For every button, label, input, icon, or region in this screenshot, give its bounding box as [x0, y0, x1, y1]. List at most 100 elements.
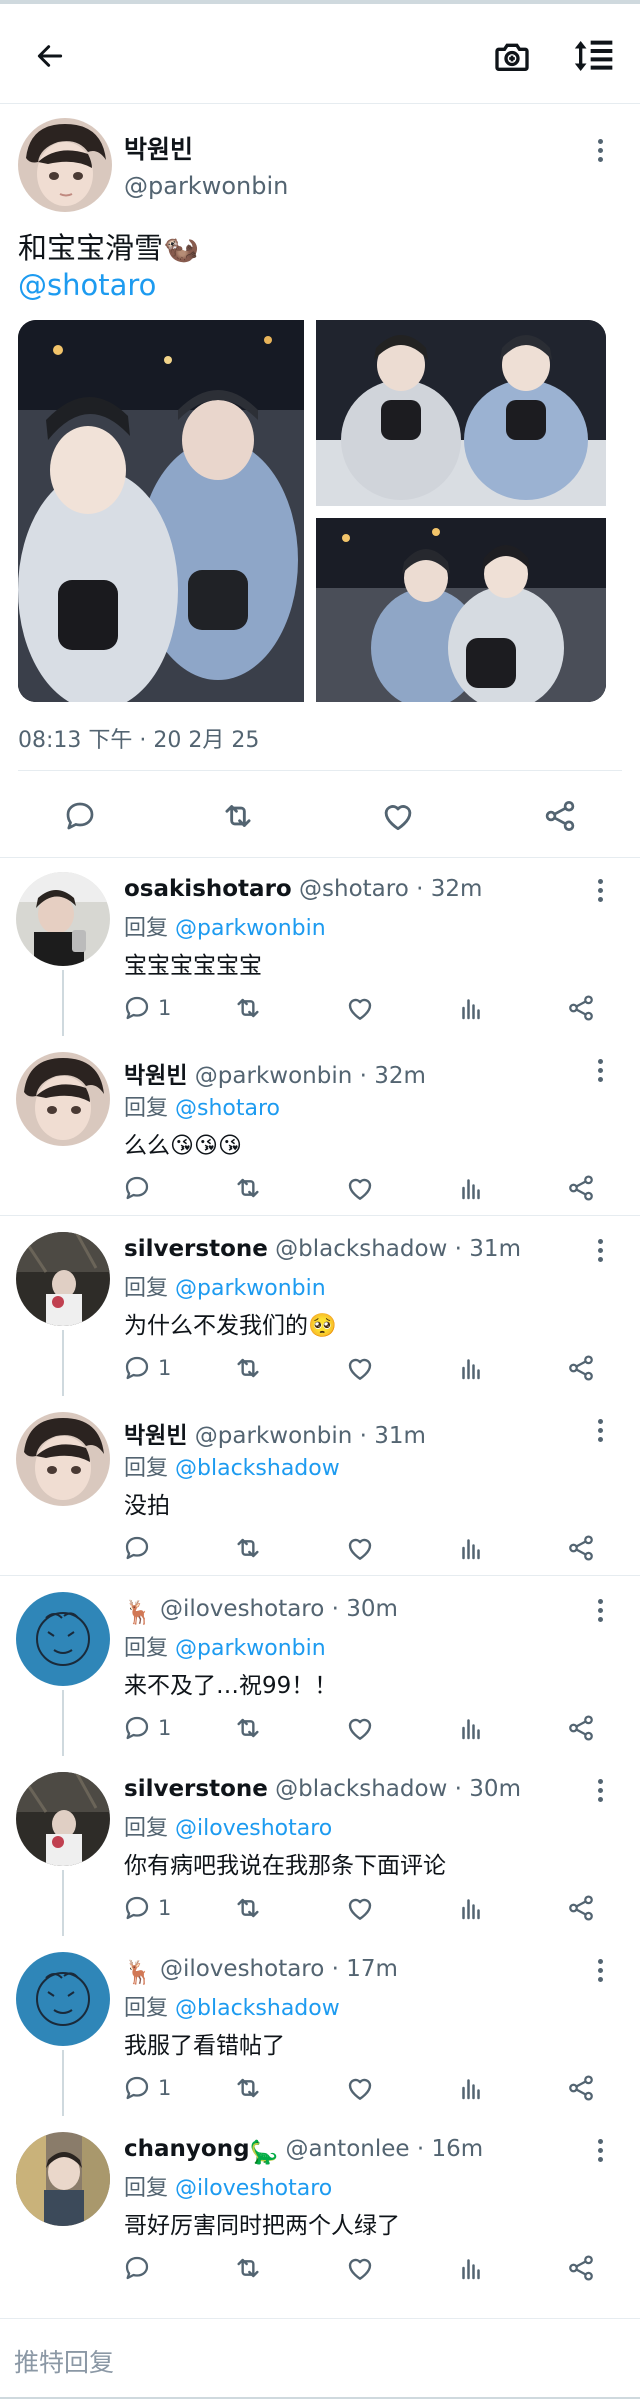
reply-tweet[interactable]: osakishotaro @shotaro · 32m 回复 @parkwonb…	[0, 856, 640, 1036]
retweet-button[interactable]	[232, 1352, 264, 1384]
more-options-button[interactable]	[588, 134, 612, 166]
display-name[interactable]: silverstone	[124, 1236, 268, 1262]
more-options-button[interactable]	[588, 874, 612, 906]
reply-button[interactable]: 1	[122, 1892, 171, 1924]
views-button[interactable]	[456, 2072, 486, 2104]
retweet-button[interactable]	[232, 2072, 264, 2104]
more-options-button[interactable]	[588, 1414, 612, 1446]
reply-button[interactable]	[60, 796, 100, 836]
share-button[interactable]	[540, 796, 580, 836]
retweet-button[interactable]	[232, 1712, 264, 1744]
share-button[interactable]	[566, 992, 596, 1024]
handle[interactable]: @parkwonbin	[195, 1423, 353, 1449]
like-button[interactable]	[344, 1532, 376, 1564]
views-button[interactable]	[456, 1172, 486, 1204]
like-button[interactable]	[344, 1892, 376, 1924]
more-options-button[interactable]	[588, 1054, 612, 1086]
reply-button[interactable]	[122, 1532, 158, 1564]
replying-to-mention[interactable]: @shotaro	[175, 1096, 280, 1121]
views-button[interactable]	[456, 1892, 486, 1924]
views-button[interactable]	[456, 2252, 486, 2284]
reply-tweet[interactable]: 🦌 @iloveshotaro · 30m 回复 @parkwonbin 来不及…	[0, 1576, 640, 1756]
like-button[interactable]	[344, 1712, 376, 1744]
retweet-button[interactable]	[232, 1172, 264, 1204]
retweet-button[interactable]	[218, 796, 258, 836]
share-button[interactable]	[566, 1352, 596, 1384]
media-photo-3[interactable]	[316, 518, 606, 702]
more-options-button[interactable]	[588, 1234, 612, 1266]
display-name[interactable]: 박원빈	[124, 1063, 187, 1089]
replying-to-mention[interactable]: @iloveshotaro	[175, 2176, 332, 2201]
display-name[interactable]: 박원빈	[124, 130, 193, 166]
replying-to-mention[interactable]: @parkwonbin	[175, 1276, 326, 1301]
reply-tweet[interactable]: chanyong🦕 @antonlee · 16m 回复 @iloveshota…	[0, 2116, 640, 2296]
replying-to-mention[interactable]: @blackshadow	[175, 1996, 340, 2021]
display-name[interactable]: silverstone	[124, 1776, 268, 1802]
media-photo-1[interactable]	[18, 320, 304, 702]
display-name[interactable]: osakishotaro	[124, 876, 292, 902]
handle[interactable]: @parkwonbin	[195, 1063, 353, 1089]
like-button[interactable]	[344, 1352, 376, 1384]
share-button[interactable]	[566, 1892, 596, 1924]
views-button[interactable]	[456, 1352, 486, 1384]
handle[interactable]: @antonlee	[286, 2136, 410, 2162]
tweet-mention[interactable]: @shotaro	[18, 268, 156, 302]
views-button[interactable]	[456, 1712, 486, 1744]
more-options-button[interactable]	[588, 1954, 612, 1986]
like-button[interactable]	[344, 992, 376, 1024]
avatar[interactable]	[16, 872, 110, 966]
retweet-button[interactable]	[232, 1532, 264, 1564]
reply-button[interactable]: 1	[122, 992, 171, 1024]
camera-button[interactable]	[490, 34, 534, 78]
avatar[interactable]	[16, 2132, 110, 2226]
more-options-button[interactable]	[588, 1774, 612, 1806]
reply-input[interactable]: 推特回复	[14, 2343, 114, 2379]
share-button[interactable]	[566, 1172, 596, 1204]
reply-tweet[interactable]: 박원빈 @parkwonbin · 31m 回复 @blackshadow 没拍	[0, 1396, 640, 1576]
reply-button[interactable]: 1	[122, 2072, 171, 2104]
reply-button[interactable]: 1	[122, 1352, 171, 1384]
handle[interactable]: @iloveshotaro	[160, 1596, 324, 1622]
reply-tweet[interactable]: silverstone @blackshadow · 30m 回复 @ilove…	[0, 1756, 640, 1936]
sort-button[interactable]	[572, 34, 616, 78]
retweet-button[interactable]	[232, 1892, 264, 1924]
retweet-button[interactable]	[232, 2252, 264, 2284]
handle[interactable]: @blackshadow	[275, 1236, 447, 1262]
reply-button[interactable]	[122, 2252, 158, 2284]
like-button[interactable]	[344, 2252, 376, 2284]
replying-to-mention[interactable]: @parkwonbin	[175, 916, 326, 941]
replying-to-mention[interactable]: @iloveshotaro	[175, 1816, 332, 1841]
avatar[interactable]	[16, 1952, 110, 2046]
reply-button[interactable]: 1	[122, 1712, 171, 1744]
handle[interactable]: @parkwonbin	[124, 172, 288, 200]
share-button[interactable]	[566, 1712, 596, 1744]
views-button[interactable]	[456, 1532, 486, 1564]
handle[interactable]: @iloveshotaro	[160, 1956, 324, 1982]
more-options-button[interactable]	[588, 2134, 612, 2166]
avatar[interactable]	[18, 118, 112, 212]
avatar[interactable]	[16, 1412, 110, 1506]
reply-tweet[interactable]: silverstone @blackshadow · 31m 回复 @parkw…	[0, 1216, 640, 1396]
retweet-button[interactable]	[232, 992, 264, 1024]
avatar[interactable]	[16, 1772, 110, 1866]
media-photo-2[interactable]	[316, 320, 606, 506]
share-button[interactable]	[566, 2252, 596, 2284]
share-button[interactable]	[566, 1532, 596, 1564]
like-button[interactable]	[378, 796, 418, 836]
reply-tweet[interactable]: 🦌 @iloveshotaro · 17m 回复 @blackshadow 我服…	[0, 1936, 640, 2116]
share-button[interactable]	[566, 2072, 596, 2104]
replying-to-mention[interactable]: @blackshadow	[175, 1456, 340, 1481]
more-options-button[interactable]	[588, 1594, 612, 1626]
display-name[interactable]: chanyong	[124, 2136, 250, 2162]
avatar[interactable]	[16, 1052, 110, 1146]
like-button[interactable]	[344, 2072, 376, 2104]
views-button[interactable]	[456, 992, 486, 1024]
avatar[interactable]	[16, 1592, 110, 1686]
reply-tweet[interactable]: 박원빈 @parkwonbin · 32m 回复 @shotaro 么么😘😘😘	[0, 1036, 640, 1216]
back-button[interactable]	[28, 34, 72, 78]
like-button[interactable]	[344, 1172, 376, 1204]
replying-to-mention[interactable]: @parkwonbin	[175, 1636, 326, 1661]
display-name[interactable]: 박원빈	[124, 1423, 187, 1449]
avatar[interactable]	[16, 1232, 110, 1326]
handle[interactable]: @blackshadow	[275, 1776, 447, 1802]
